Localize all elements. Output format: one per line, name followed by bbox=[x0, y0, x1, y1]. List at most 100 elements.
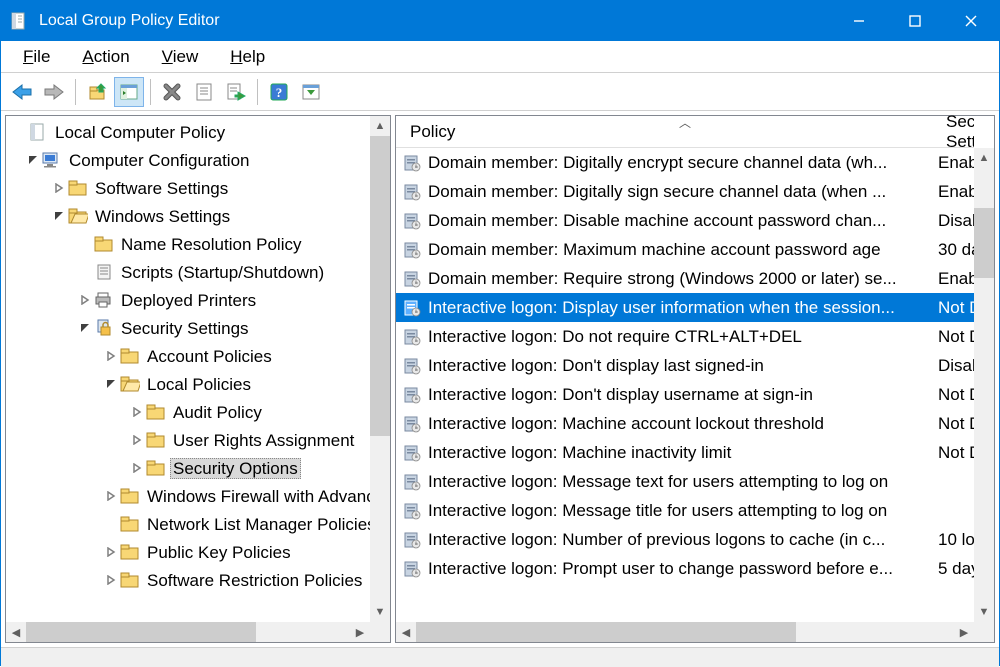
scroll-right-icon[interactable]: ▶ bbox=[954, 622, 974, 642]
expand-icon[interactable] bbox=[128, 403, 146, 421]
policy-row[interactable]: Interactive logon: Don't display last si… bbox=[396, 351, 974, 380]
back-button[interactable] bbox=[7, 77, 37, 107]
menu-help[interactable]: Help bbox=[216, 44, 279, 70]
expander-icon[interactable] bbox=[10, 123, 28, 141]
tree-scripts[interactable]: Scripts (Startup/Shutdown) bbox=[10, 258, 370, 286]
policy-row[interactable]: Interactive logon: Display user informat… bbox=[396, 293, 974, 322]
scroll-down-icon[interactable]: ▼ bbox=[370, 602, 390, 622]
tree-deployed-printers[interactable]: Deployed Printers bbox=[10, 286, 370, 314]
tree-root[interactable]: Local Computer Policy bbox=[10, 118, 370, 146]
scroll-thumb[interactable] bbox=[974, 208, 994, 278]
gpedit-icon bbox=[9, 11, 29, 31]
policy-list[interactable]: Domain member: Digitally encrypt secure … bbox=[396, 148, 974, 583]
list-pane: ︿ Policy Security Setting Domain member:… bbox=[395, 115, 995, 643]
policy-row[interactable]: Interactive logon: Prompt user to change… bbox=[396, 554, 974, 583]
scroll-right-icon[interactable]: ▶ bbox=[350, 622, 370, 642]
collapse-icon[interactable] bbox=[76, 319, 94, 337]
collapse-icon[interactable] bbox=[24, 151, 42, 169]
tree-audit-policy[interactable]: Audit Policy bbox=[10, 398, 370, 426]
tree-software-restriction[interactable]: Software Restriction Policies bbox=[10, 566, 370, 594]
scroll-left-icon[interactable]: ◀ bbox=[6, 622, 26, 642]
toolbar-separator bbox=[150, 79, 151, 105]
policy-row[interactable]: Domain member: Digitally encrypt secure … bbox=[396, 148, 974, 177]
close-button[interactable] bbox=[943, 1, 999, 41]
list-header[interactable]: ︿ Policy Security Setting bbox=[396, 116, 974, 148]
policy-row[interactable]: Domain member: Disable machine account p… bbox=[396, 206, 974, 235]
menu-file[interactable]: File bbox=[9, 44, 64, 70]
horizontal-scrollbar[interactable]: ◀ ▶ bbox=[6, 622, 370, 642]
tree-windows-settings[interactable]: Windows Settings bbox=[10, 202, 370, 230]
vertical-scrollbar[interactable]: ▲ ▼ bbox=[370, 116, 390, 622]
collapse-icon[interactable] bbox=[50, 207, 68, 225]
scroll-thumb[interactable] bbox=[416, 622, 796, 642]
policy-row[interactable]: Interactive logon: Number of previous lo… bbox=[396, 525, 974, 554]
forward-button[interactable] bbox=[39, 77, 69, 107]
policy-row[interactable]: Interactive logon: Message text for user… bbox=[396, 467, 974, 496]
policy-row[interactable]: Interactive logon: Message title for use… bbox=[396, 496, 974, 525]
expand-icon[interactable] bbox=[128, 459, 146, 477]
policy-value: Enabled bbox=[938, 269, 974, 289]
tree-label: Windows Firewall with Advanced Security bbox=[144, 486, 390, 507]
menu-action[interactable]: Action bbox=[68, 44, 143, 70]
tree-label: Security Settings bbox=[118, 318, 252, 339]
export-list-button[interactable] bbox=[221, 77, 251, 107]
policy-row[interactable]: Interactive logon: Do not require CTRL+A… bbox=[396, 322, 974, 351]
properties-button[interactable] bbox=[189, 77, 219, 107]
scroll-thumb[interactable] bbox=[26, 622, 256, 642]
filter-button[interactable] bbox=[296, 77, 326, 107]
horizontal-scrollbar[interactable]: ◀ ▶ bbox=[396, 622, 974, 642]
policy-value: Not Defined bbox=[938, 414, 974, 434]
tree-label: Deployed Printers bbox=[118, 290, 259, 311]
scroll-up-icon[interactable]: ▲ bbox=[370, 116, 390, 136]
policy-row[interactable]: Interactive logon: Machine account locko… bbox=[396, 409, 974, 438]
policy-icon bbox=[402, 327, 422, 347]
tree-public-key[interactable]: Public Key Policies bbox=[10, 538, 370, 566]
tree-network-list[interactable]: Network List Manager Policies bbox=[10, 510, 370, 538]
tree-label: Scripts (Startup/Shutdown) bbox=[118, 262, 327, 283]
policy-icon bbox=[402, 356, 422, 376]
policy-row[interactable]: Domain member: Maximum machine account p… bbox=[396, 235, 974, 264]
menu-view[interactable]: View bbox=[148, 44, 213, 70]
tree-software-settings[interactable]: Software Settings bbox=[10, 174, 370, 202]
tree-name-resolution[interactable]: Name Resolution Policy bbox=[10, 230, 370, 258]
help-button[interactable]: ? bbox=[264, 77, 294, 107]
scroll-down-icon[interactable]: ▼ bbox=[974, 602, 994, 622]
tree-security-settings[interactable]: Security Settings bbox=[10, 314, 370, 342]
expand-icon[interactable] bbox=[102, 571, 120, 589]
expand-icon[interactable] bbox=[102, 487, 120, 505]
show-hide-tree-button[interactable] bbox=[114, 77, 144, 107]
scroll-up-icon[interactable]: ▲ bbox=[974, 148, 994, 168]
policy-icon bbox=[402, 385, 422, 405]
scroll-thumb[interactable] bbox=[370, 136, 390, 436]
expand-icon[interactable] bbox=[76, 291, 94, 309]
policy-icon bbox=[402, 559, 422, 579]
sort-indicator-icon: ︿ bbox=[679, 114, 691, 131]
tree-view[interactable]: Local Computer Policy Computer Configura… bbox=[6, 116, 370, 596]
delete-button[interactable] bbox=[157, 77, 187, 107]
collapse-icon[interactable] bbox=[102, 375, 120, 393]
policy-icon bbox=[402, 443, 422, 463]
tree-security-options[interactable]: Security Options bbox=[10, 454, 370, 482]
expand-icon[interactable] bbox=[102, 347, 120, 365]
folder-icon bbox=[120, 542, 140, 562]
scroll-left-icon[interactable]: ◀ bbox=[396, 622, 416, 642]
policy-row[interactable]: Domain member: Require strong (Windows 2… bbox=[396, 264, 974, 293]
policy-row[interactable]: Interactive logon: Don't display usernam… bbox=[396, 380, 974, 409]
minimize-button[interactable] bbox=[831, 1, 887, 41]
tree-local-policies[interactable]: Local Policies bbox=[10, 370, 370, 398]
folder-icon bbox=[146, 402, 166, 422]
tree-windows-firewall[interactable]: Windows Firewall with Advanced Security bbox=[10, 482, 370, 510]
up-button[interactable] bbox=[82, 77, 112, 107]
maximize-button[interactable] bbox=[887, 1, 943, 41]
column-policy[interactable]: Policy bbox=[402, 118, 938, 146]
expand-icon[interactable] bbox=[128, 431, 146, 449]
policy-row[interactable]: Domain member: Digitally sign secure cha… bbox=[396, 177, 974, 206]
tree-user-rights[interactable]: User Rights Assignment bbox=[10, 426, 370, 454]
tree-computer-config[interactable]: Computer Configuration bbox=[10, 146, 370, 174]
policy-row[interactable]: Interactive logon: Machine inactivity li… bbox=[396, 438, 974, 467]
policy-value: 10 logons bbox=[938, 530, 974, 550]
expand-icon[interactable] bbox=[102, 543, 120, 561]
tree-account-policies[interactable]: Account Policies bbox=[10, 342, 370, 370]
vertical-scrollbar[interactable]: ▲ ▼ bbox=[974, 148, 994, 622]
expand-icon[interactable] bbox=[50, 179, 68, 197]
